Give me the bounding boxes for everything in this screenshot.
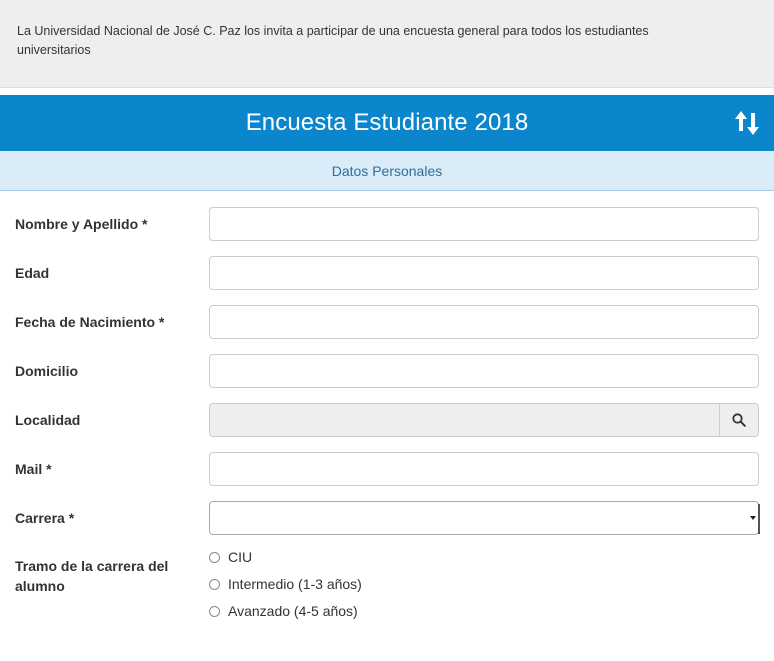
mail-label: Mail *: [15, 461, 52, 477]
field-row-mail: Mail *: [0, 452, 774, 486]
radio-button[interactable]: [209, 578, 220, 590]
tramo-label: Tramo de la carrera del alumno: [15, 558, 169, 594]
field-row-nombre: Nombre y Apellido *: [0, 207, 774, 241]
survey-header: Encuesta Estudiante 2018: [0, 95, 774, 151]
carrera-label: Carrera *: [15, 510, 75, 526]
radio-label-intermedio: Intermedio (1-3 años): [228, 576, 362, 592]
nombre-label: Nombre y Apellido *: [15, 216, 148, 232]
survey-title: Encuesta Estudiante 2018: [245, 109, 529, 136]
radio-label-ciu: CIU: [228, 549, 253, 565]
field-row-localidad: Localidad: [0, 403, 774, 437]
edad-input[interactable]: [209, 256, 759, 290]
carrera-select[interactable]: [209, 501, 760, 535]
intro-text: La Universidad Nacional de José C. Paz l…: [17, 24, 649, 57]
field-row-domicilio: Domicilio: [0, 354, 774, 388]
localidad-label: Localidad: [15, 412, 81, 428]
domicilio-input[interactable]: [209, 354, 759, 388]
radio-button[interactable]: [209, 551, 220, 563]
field-row-carrera: Carrera *: [0, 501, 774, 535]
localidad-input[interactable]: [209, 403, 719, 437]
section-title: Datos Personales: [331, 162, 443, 179]
field-row-edad: Edad: [0, 256, 774, 290]
radio-option-ciu[interactable]: CIU: [209, 547, 252, 567]
intro-banner: La Universidad Nacional de José C. Paz l…: [0, 0, 774, 88]
radio-option-avanzado[interactable]: Avanzado (4-5 años): [209, 601, 358, 621]
section-datos-personales: Datos Personales: [0, 151, 774, 191]
field-row-tramo: Tramo de la carrera del alumno CIU Inter…: [0, 549, 774, 636]
radio-label-avanzado: Avanzado (4-5 años): [228, 603, 358, 619]
field-row-fecha: Fecha de Nacimiento *: [0, 305, 774, 339]
localidad-search-button[interactable]: [719, 403, 759, 437]
domicilio-label: Domicilio: [15, 363, 79, 379]
edad-label: Edad: [15, 265, 50, 281]
search-icon: [732, 413, 746, 427]
sort-arrows-icon[interactable]: [734, 107, 762, 139]
radio-button[interactable]: [209, 605, 220, 617]
radio-option-intermedio[interactable]: Intermedio (1-3 años): [209, 574, 362, 594]
mail-input[interactable]: [209, 452, 759, 486]
nombre-input[interactable]: [209, 207, 759, 241]
fecha-nacimiento-label: Fecha de Nacimiento *: [15, 314, 165, 330]
chevron-down-icon: [748, 502, 758, 534]
fecha-nacimiento-input[interactable]: [209, 305, 759, 339]
